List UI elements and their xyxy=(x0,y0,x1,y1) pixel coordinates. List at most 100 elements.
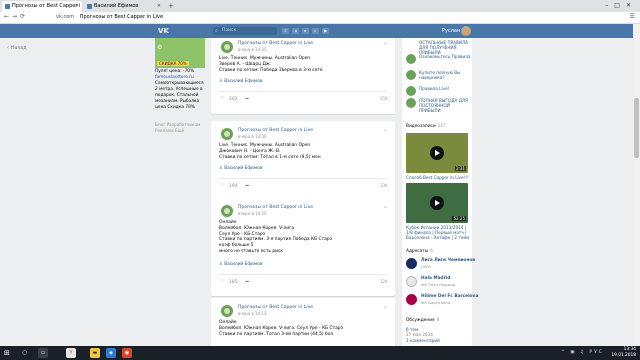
groups-header[interactable]: Адресаты 6 xyxy=(406,249,433,254)
share-icon[interactable]: ➦ xyxy=(245,183,249,189)
user-name[interactable]: Руслан xyxy=(442,26,460,36)
scrollbar-thumb[interactable] xyxy=(634,98,639,158)
videos-header[interactable]: Видеозаписи 117 xyxy=(406,124,446,129)
more-icon[interactable]: ⌄ xyxy=(383,203,388,210)
discuss-header[interactable]: Обсуждения 8 xyxy=(406,318,439,323)
url-field[interactable]: vk.com Прогнозы от Best Capper in Live xyxy=(56,14,163,20)
wall-post: Прогнозы от Best Capper in Live вчера в … xyxy=(211,38,395,114)
divider xyxy=(219,178,387,179)
footer-link[interactable]: Блог xyxy=(155,122,165,127)
avatar[interactable] xyxy=(221,205,233,217)
share-icon[interactable]: ➦ xyxy=(245,279,249,285)
tab-label: Василий Ефимов xyxy=(94,3,139,9)
link-thumb xyxy=(406,54,416,64)
group-logo-icon xyxy=(406,258,417,269)
footer-link[interactable]: Разработчикам xyxy=(167,122,201,127)
group-logo-icon xyxy=(406,276,417,287)
video-thumbnail[interactable]: 52:25 xyxy=(406,183,468,223)
video-thumbnail[interactable]: 2:31 xyxy=(406,133,468,173)
divider xyxy=(219,91,387,92)
post-date[interactable]: вчера в 14:20 xyxy=(238,211,267,216)
video-title[interactable]: Способ Best Capper in Live!!! xyxy=(406,175,470,180)
new-tab-icon[interactable]: + xyxy=(168,1,174,11)
task-view-icon[interactable]: ▭ xyxy=(38,348,48,358)
search-icon: ⌕ xyxy=(215,28,218,34)
clock[interactable]: 13:34 19.01.2018 xyxy=(611,347,636,358)
vk-logo[interactable]: VK xyxy=(158,27,171,35)
post-author[interactable]: Прогнозы от Best Capper in Live xyxy=(238,205,313,210)
notifications-icon[interactable]: ♪ xyxy=(282,28,289,34)
play-icon[interactable] xyxy=(430,146,444,160)
discussion-item[interactable]: 1 комментарий xyxy=(406,338,470,346)
address-bar: ←→⟳ vk.com Прогнозы от Best Capper in Li… xyxy=(0,12,640,24)
ad-line: Самооткрывающиеся 2 метра. Успешные в по… xyxy=(155,81,204,110)
more-icon[interactable]: ⌄ xyxy=(383,126,388,133)
avatar[interactable] xyxy=(221,41,233,53)
back-link[interactable]: ‹ Назад xyxy=(7,45,27,51)
post-date[interactable]: вчера в 14:30 xyxy=(238,134,267,139)
tray-icons[interactable]: ^ ▣ ♫ РУС xyxy=(561,350,604,355)
ad-block[interactable]: ⚙ СКИДКА 70% Пуля! цена: -70% famouslass… xyxy=(155,38,205,111)
store-icon[interactable]: ◈ xyxy=(106,348,116,358)
close-tab-icon[interactable]: ✕ xyxy=(157,1,161,12)
more-icon[interactable]: ⌄ xyxy=(383,303,388,310)
tab-active[interactable]: Прогнозы от Best Capper i ✕ xyxy=(2,1,82,12)
vk-favicon-icon xyxy=(87,4,92,9)
link-thumb xyxy=(406,98,416,108)
post-author[interactable]: Прогнозы от Best Capper in Live xyxy=(238,128,313,133)
share-icon[interactable]: ➦ xyxy=(245,96,249,102)
window-controls[interactable]: –□✕ xyxy=(605,0,637,12)
discuss-count: 8 xyxy=(436,318,440,323)
play-icon[interactable] xyxy=(430,196,444,210)
page-scrollbar[interactable] xyxy=(633,24,640,346)
ad-image[interactable]: ⚙ СКИДКА 70% xyxy=(155,38,205,68)
avatar[interactable] xyxy=(221,128,233,140)
views-count: 12K xyxy=(379,280,388,285)
tab-second[interactable]: Василий Ефимов ✕ xyxy=(84,1,164,12)
pinned-link[interactable]: Купите полную Вы наверняка? xyxy=(406,70,470,84)
app-icon[interactable]: ◉ xyxy=(122,348,132,358)
post-author[interactable]: Прогнозы от Best Capper in Live xyxy=(238,41,313,46)
footer-links: Блог Разработчикам Реклама Ещё xyxy=(155,122,205,134)
nav-buttons[interactable]: ←→⟳ xyxy=(4,13,28,20)
like-icon[interactable]: ♡ xyxy=(220,96,224,102)
player-icon[interactable]: ▶ xyxy=(322,28,329,34)
pinned-link[interactable]: Ознакомьтесь Правила xyxy=(406,54,470,68)
browser-menu-icon[interactable]: ☰ xyxy=(630,13,635,20)
pinned-link[interactable]: Правила Live! xyxy=(406,86,470,98)
footer-link[interactable]: Ещё xyxy=(175,128,184,133)
avatar[interactable] xyxy=(461,26,471,36)
pinned-link[interactable]: ПОЛНАЯ ВЫГОДА ДЛЯ ПОСТОЯННОЙ ПРИБЫЛИ xyxy=(406,98,470,116)
signer-name: Василий Ефимов xyxy=(224,262,263,267)
post-text: Live. Теннис. Мужчины. Australian Open З… xyxy=(219,56,323,73)
link-title: ОСТАЛЬНЫЕ ПРАВИЛА ДЛЯ ПОЛУЧЕНИЯ ПРИБЫЛИ xyxy=(419,40,469,55)
post-text: Онлайн Волейбол. Южная Корея. V-лига Сеу… xyxy=(219,220,332,254)
vk-favicon-icon xyxy=(5,4,10,9)
post-date[interactable]: вчера в 14:35 xyxy=(238,47,267,52)
play-icon[interactable]: ▸ xyxy=(302,28,309,34)
folder-icon[interactable]: ▬ xyxy=(90,348,100,358)
next-icon[interactable]: ▹ xyxy=(312,28,319,34)
like-icon[interactable]: ♡ xyxy=(220,183,224,189)
search-icon[interactable]: ○ xyxy=(22,349,27,356)
more-icon[interactable]: ⌄ xyxy=(383,39,388,46)
avatar[interactable] xyxy=(221,305,233,317)
pinned-link[interactable]: ОСТАЛЬНЫЕ ПРАВИЛА ДЛЯ ПОЛУЧЕНИЯ ПРИБЫЛИ xyxy=(406,40,470,55)
windows-start-icon[interactable]: ⊞ xyxy=(4,349,10,357)
post-date[interactable]: вчера в 14:13 xyxy=(238,311,267,316)
post-signer[interactable]: ♙ Василий Ефимов xyxy=(219,166,262,171)
music-icon[interactable]: ◂ xyxy=(292,28,299,34)
like-icon[interactable]: ♡ xyxy=(220,279,224,285)
post-signer[interactable]: ♙ Василий Ефимов xyxy=(219,79,262,84)
vk-search-input[interactable]: ⌕ Поиск xyxy=(213,27,277,35)
likes-count: 202 xyxy=(229,97,238,102)
post-author[interactable]: Прогнозы от Best Capper in Live xyxy=(238,305,313,310)
yandex-browser-icon[interactable]: Y xyxy=(66,348,76,358)
vk-main: ‹ Назад ⚙ СКИДКА 70% Пуля! цена: -70% fa… xyxy=(0,38,633,346)
discuss-title: Обсуждения xyxy=(406,318,435,323)
footer-link[interactable]: Реклама xyxy=(155,128,174,133)
close-tab-icon[interactable]: ✕ xyxy=(75,1,79,12)
video-title[interactable]: Кубок Испании 2013/2014 | 1/8 финала | П… xyxy=(406,225,470,240)
post-signer[interactable]: ♙ Василий Ефимов xyxy=(219,262,262,267)
discussion-title: 1 комментарий xyxy=(406,338,440,343)
